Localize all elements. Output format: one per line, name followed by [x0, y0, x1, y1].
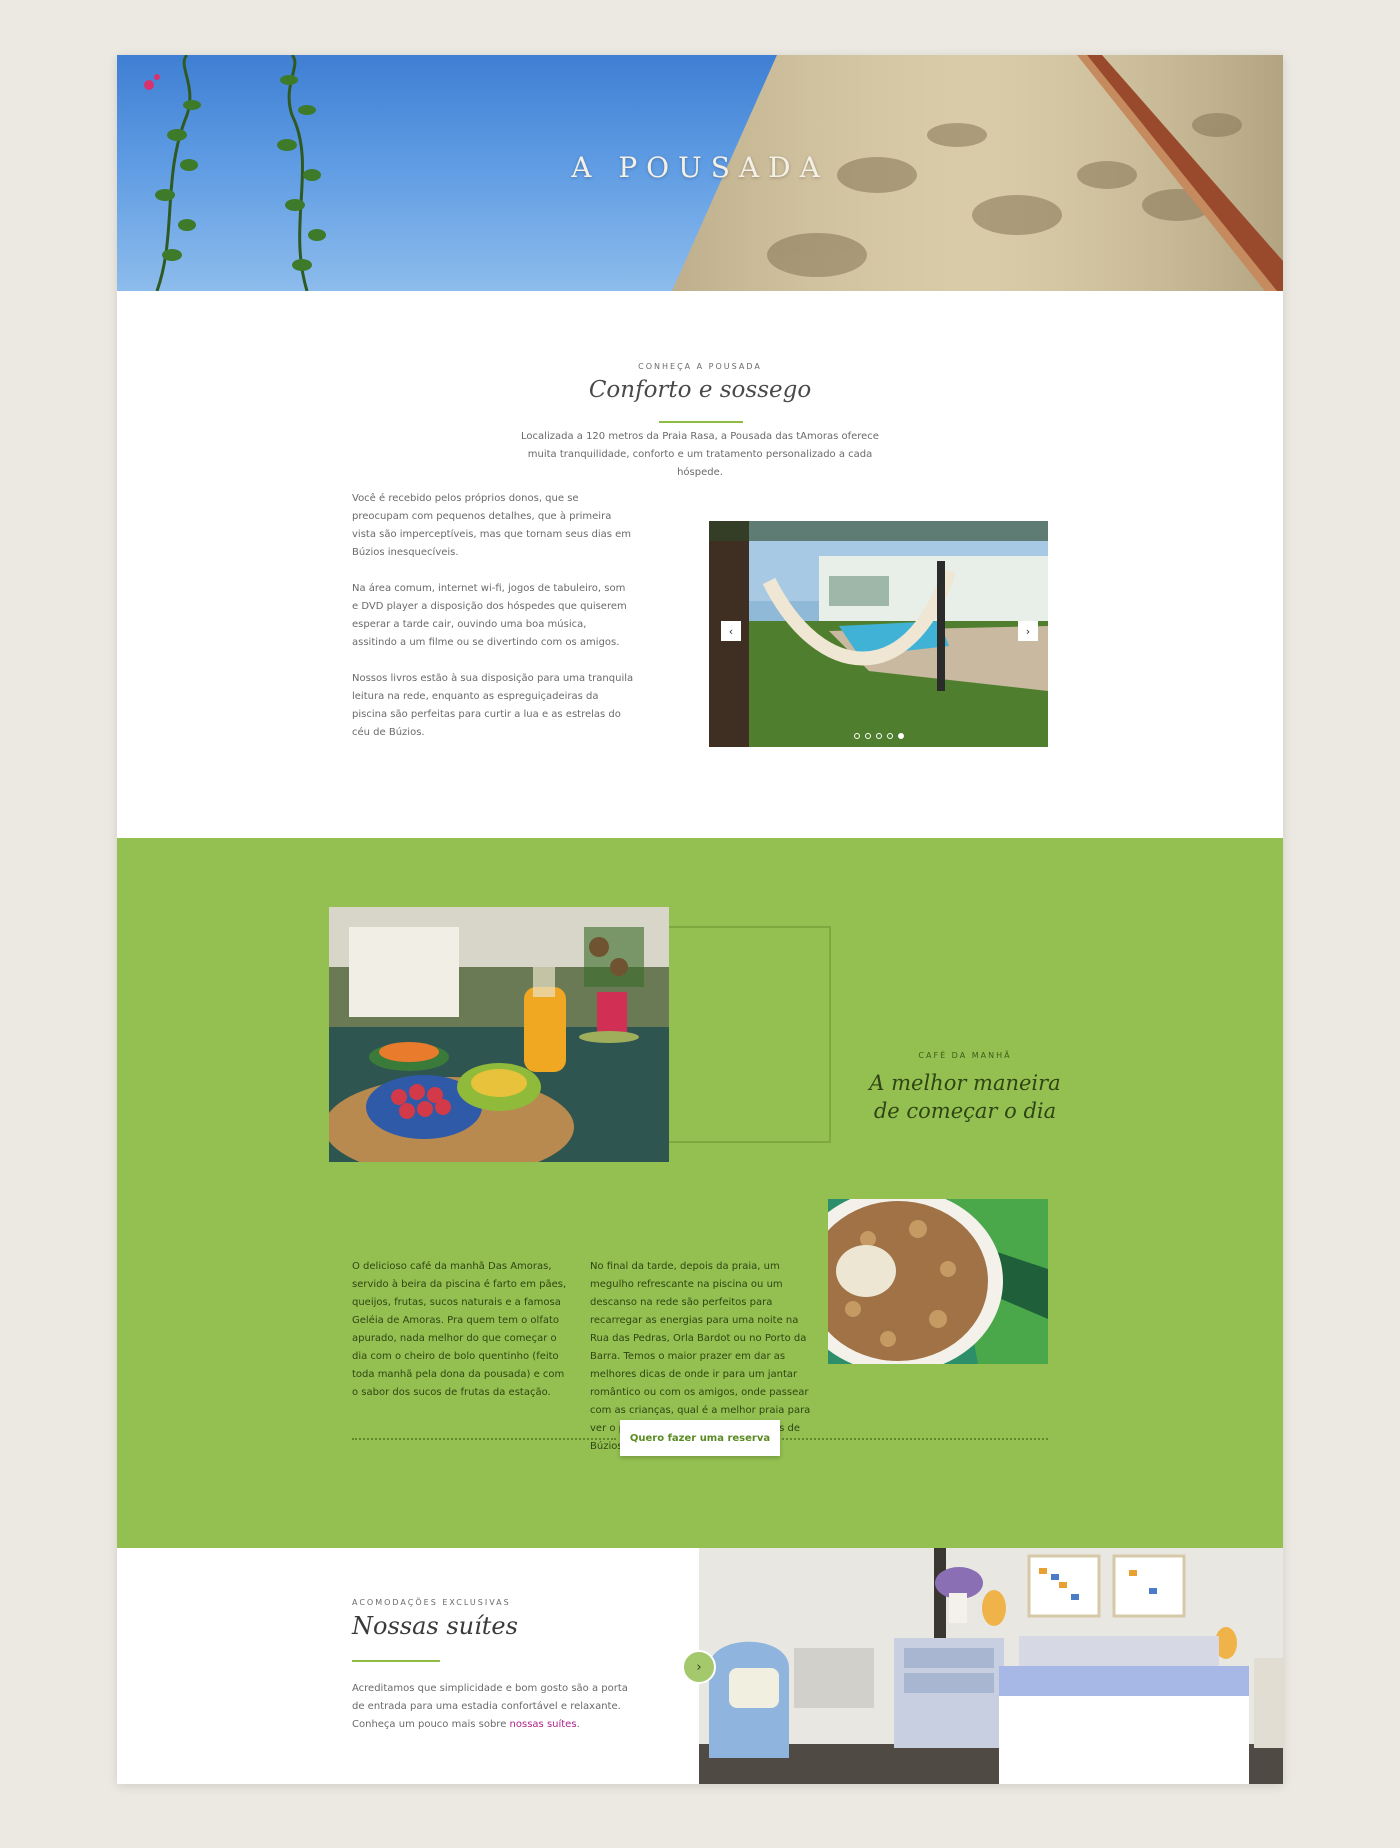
- breakfast-text-left: O delicioso café da manhã Das Amoras, se…: [352, 1261, 567, 1398]
- carousel-dot[interactable]: [875, 733, 882, 739]
- suites-next-button[interactable]: ›: [682, 1650, 716, 1684]
- hero-title: A POUSADA: [571, 151, 829, 184]
- chevron-right-icon: ›: [696, 1659, 702, 1675]
- page: A POUSADA CONHEÇA A POUSADA Conforto e s…: [117, 55, 1283, 1784]
- carousel-dot[interactable]: [864, 733, 871, 739]
- suite-room-image: [699, 1548, 1283, 1784]
- carousel-dot-active[interactable]: [897, 733, 904, 739]
- intro-text: Você é recebido pelos próprios donos, qu…: [352, 490, 634, 760]
- chevron-left-icon: ‹: [728, 624, 734, 638]
- breakfast-title: A melhor maneira de começar o dia: [787, 1069, 1143, 1125]
- divider-dotted-left: [352, 1438, 616, 1440]
- reservation-button[interactable]: Quero fazer uma reserva: [620, 1420, 780, 1456]
- breakfast-title-line: A melhor maneira: [869, 1071, 1061, 1095]
- breakfast-eyebrow: CAFÉ DA MANHÃ: [918, 1051, 1012, 1060]
- carousel-dot[interactable]: [886, 733, 893, 739]
- cake-image: [828, 1199, 1048, 1364]
- breakfast-title-line: de começar o dia: [873, 1099, 1057, 1123]
- suites-link[interactable]: nossas suítes: [510, 1719, 577, 1730]
- carousel-dots: [709, 733, 1048, 739]
- suites-text-end: .: [576, 1719, 580, 1730]
- intro-paragraph: Nossos livros estão à sua disposição par…: [352, 673, 634, 738]
- chevron-right-icon: ›: [1025, 624, 1031, 638]
- intro-paragraph: Você é recebido pelos próprios donos, qu…: [352, 493, 632, 558]
- suites-text: Acreditamos que simplicidade e bom gosto…: [352, 1680, 632, 1734]
- image-carousel[interactable]: ‹ ›: [709, 521, 1048, 747]
- hero-banner: A POUSADA: [117, 55, 1283, 291]
- carousel-slide-image: [709, 521, 1048, 747]
- intro-paragraph: Na área comum, internet wi-fi, jogos de …: [352, 583, 627, 648]
- section-eyebrow: CONHEÇA A POUSADA: [638, 362, 762, 371]
- carousel-prev-button[interactable]: ‹: [721, 621, 741, 641]
- divider-dotted-right: [782, 1438, 1048, 1440]
- suites-text-body: Acreditamos que simplicidade e bom gosto…: [352, 1683, 628, 1730]
- carousel-next-button[interactable]: ›: [1018, 621, 1038, 641]
- suites-title: Nossas suítes: [352, 1612, 518, 1640]
- carousel-dot[interactable]: [853, 733, 860, 739]
- title-divider: [659, 421, 743, 423]
- breakfast-image: [329, 907, 669, 1162]
- suites-title-divider: [352, 1660, 440, 1662]
- suites-eyebrow: ACOMODAÇÕES EXCLUSIVAS: [352, 1598, 511, 1607]
- section-lead: Localizada a 120 metros da Praia Rasa, a…: [521, 431, 879, 478]
- section-title: Conforto e sossego: [588, 377, 812, 403]
